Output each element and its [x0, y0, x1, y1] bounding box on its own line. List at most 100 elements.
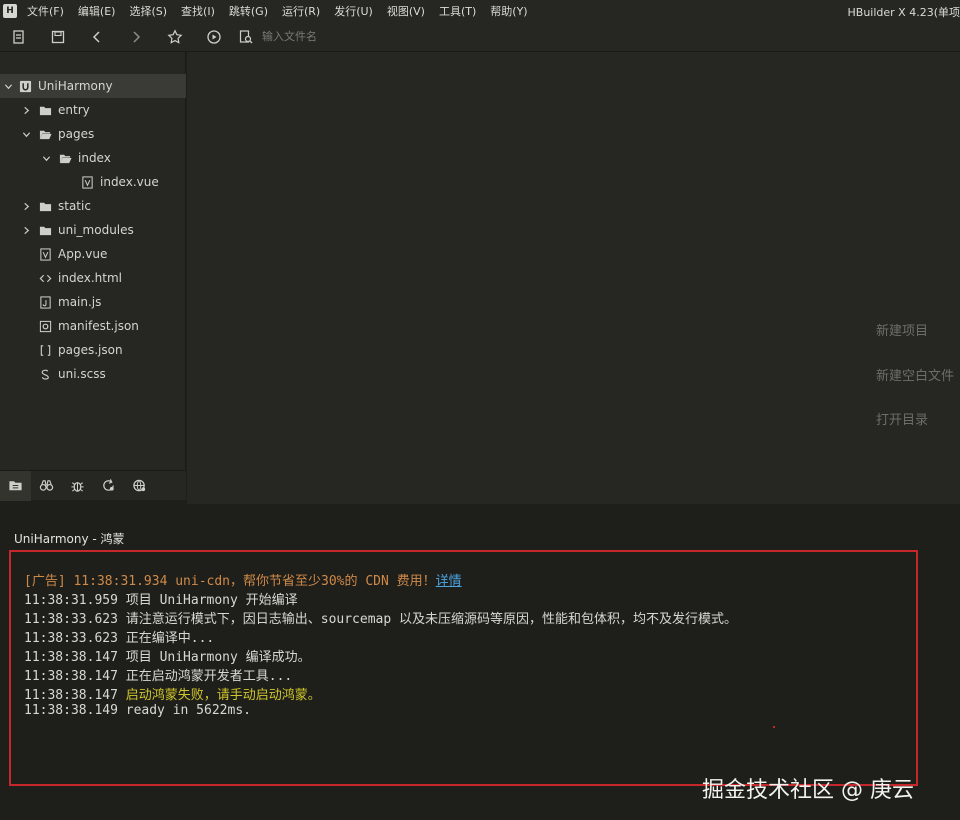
tree-item-uni-scss[interactable]: uni.scss [0, 362, 186, 386]
scss-file-icon [38, 367, 52, 381]
log-line: [广告] 11:38:31.934 uni-cdn，帮你节省至少30%的 CDN… [24, 570, 462, 589]
log-line: 11:38:33.623 正在编译中... [24, 631, 215, 646]
console-panel: UniHarmony - 鸿蒙 [广告] 11:38:31.934 uni-cd… [0, 504, 960, 820]
log-line: 11:38:38.147 启动鸿蒙失败，请手动启动鸿蒙。 [24, 684, 321, 703]
js-file-icon [38, 295, 52, 309]
bug-icon [71, 482, 84, 492]
menu-bar: H 文件(F) 编辑(E) 选择(S) 查找(I) 跳转(G) 运行(R) 发行… [0, 0, 960, 22]
tree-item-label: static [58, 199, 91, 213]
chevron-right-icon[interactable] [20, 104, 32, 116]
tree-item-manifest-json[interactable]: manifest.json [0, 314, 186, 338]
tree-item-main-js[interactable]: main.js [0, 290, 186, 314]
tree-item-static[interactable]: static [0, 194, 186, 218]
tree-item-label: pages.json [58, 343, 123, 357]
tree-item-label: index.html [58, 271, 122, 285]
menu-find[interactable]: 查找(I) [181, 3, 215, 19]
refresh-plugin-icon [103, 479, 114, 491]
project-icon [18, 79, 32, 93]
play-circle-icon [207, 29, 221, 44]
tab-project-manager[interactable] [0, 470, 31, 501]
file-search-input[interactable] [262, 30, 382, 43]
new-file-button[interactable] [6, 26, 32, 48]
chevron-right-icon[interactable] [20, 200, 32, 212]
folder-open-icon [58, 151, 72, 165]
menu-help[interactable]: 帮助(Y) [490, 3, 527, 19]
chevron-down-icon[interactable] [20, 128, 32, 140]
chevron-left-icon [92, 30, 100, 43]
console-tab-title[interactable]: UniHarmony - 鸿蒙 [14, 530, 125, 547]
new-project-link[interactable]: 新建项目 [876, 320, 928, 339]
vue-file-icon [80, 175, 94, 189]
tree-item-index-folder[interactable]: index [0, 146, 186, 170]
menu-goto[interactable]: 跳转(G) [229, 3, 268, 19]
console-output-highlight: [广告] 11:38:31.934 uni-cdn，帮你节省至少30%的 CDN… [9, 550, 918, 786]
tree-item-index-vue[interactable]: index.vue [0, 170, 186, 194]
toolbar [0, 22, 960, 52]
tree-item-pages[interactable]: pages [0, 122, 186, 146]
html-file-icon [38, 271, 52, 285]
log-line: 11:38:38.147 正在启动鸿蒙开发者工具... [24, 669, 293, 684]
ad-message: [广告] 11:38:31.934 uni-cdn，帮你节省至少30%的 CDN… [24, 574, 436, 589]
log-line: 11:38:38.149 ready in 5622ms. [24, 703, 251, 718]
tree-item-label: index.vue [100, 175, 159, 189]
folder-open-icon [38, 127, 52, 141]
folder-icon [38, 223, 52, 237]
tree-item-label: manifest.json [58, 319, 139, 333]
details-link[interactable]: 详情 [436, 574, 462, 589]
chevron-right-icon [133, 30, 141, 43]
tree-item-label: uni_modules [58, 223, 134, 237]
menu-select[interactable]: 选择(S) [129, 3, 167, 19]
log-timestamp: 11:38:38.147 [24, 688, 126, 703]
tree-item-entry[interactable]: entry [0, 98, 186, 122]
chevron-down-icon[interactable] [40, 152, 52, 164]
forward-button[interactable] [123, 26, 149, 48]
tree-item-label: entry [58, 103, 90, 117]
sidebar-tabs [0, 470, 186, 501]
menu-run[interactable]: 运行(R) [282, 3, 320, 19]
log-line: 11:38:31.959 项目 UniHarmony 开始编译 [24, 593, 298, 608]
menu-tools[interactable]: 工具(T) [439, 3, 476, 19]
folder-list-icon [9, 481, 22, 491]
chevron-right-icon[interactable] [20, 224, 32, 236]
hbuilder-logo-icon: H [3, 4, 17, 18]
menu-view[interactable]: 视图(V) [387, 3, 425, 19]
tree-item-label: uni.scss [58, 367, 106, 381]
tree-item-project[interactable]: UniHarmony [0, 74, 186, 98]
tab-search[interactable] [31, 471, 62, 501]
tab-plugins[interactable] [93, 471, 124, 501]
stray-mark [773, 726, 775, 728]
folder-icon [38, 103, 52, 117]
tree-item-label: main.js [58, 295, 102, 309]
file-search[interactable] [238, 29, 382, 45]
tab-network[interactable] [124, 471, 155, 501]
json-file-icon [38, 343, 52, 357]
menu-publish[interactable]: 发行(U) [334, 3, 373, 19]
editor-area: 新建项目 新建空白文件 打开目录 [187, 52, 960, 504]
back-button[interactable] [84, 26, 110, 48]
vue-file-icon [38, 247, 52, 261]
tree-item-label: UniHarmony [38, 79, 113, 93]
new-blank-file-link[interactable]: 新建空白文件 [876, 365, 954, 384]
menu-edit[interactable]: 编辑(E) [78, 3, 116, 19]
menu-file[interactable]: 文件(F) [27, 3, 64, 19]
log-line: 11:38:38.147 项目 UniHarmony 编译成功。 [24, 650, 311, 665]
project-sidebar: UniHarmony entry pages index index.vue s… [0, 52, 186, 501]
warning-message: 启动鸿蒙失败，请手动启动鸿蒙。 [125, 688, 321, 703]
new-file-icon [13, 29, 24, 44]
chevron-down-icon[interactable] [2, 80, 14, 92]
tree-item-index-html[interactable]: index.html [0, 266, 186, 290]
tab-debug[interactable] [62, 471, 93, 501]
save-button[interactable] [45, 26, 71, 48]
binoculars-icon [39, 480, 54, 491]
tree-item-label: App.vue [58, 247, 108, 261]
tree-item-label: pages [58, 127, 95, 141]
tree-item-app-vue[interactable]: App.vue [0, 242, 186, 266]
tree-item-label: index [78, 151, 111, 165]
tree-item-uni-modules[interactable]: uni_modules [0, 218, 186, 242]
run-button[interactable] [201, 26, 227, 48]
star-icon [167, 28, 183, 44]
tree-item-pages-json[interactable]: pages.json [0, 338, 186, 362]
open-directory-link[interactable]: 打开目录 [876, 409, 928, 428]
favorite-button[interactable] [162, 26, 188, 48]
watermark: 掘金技术社区 @ 庚云 [702, 778, 914, 803]
